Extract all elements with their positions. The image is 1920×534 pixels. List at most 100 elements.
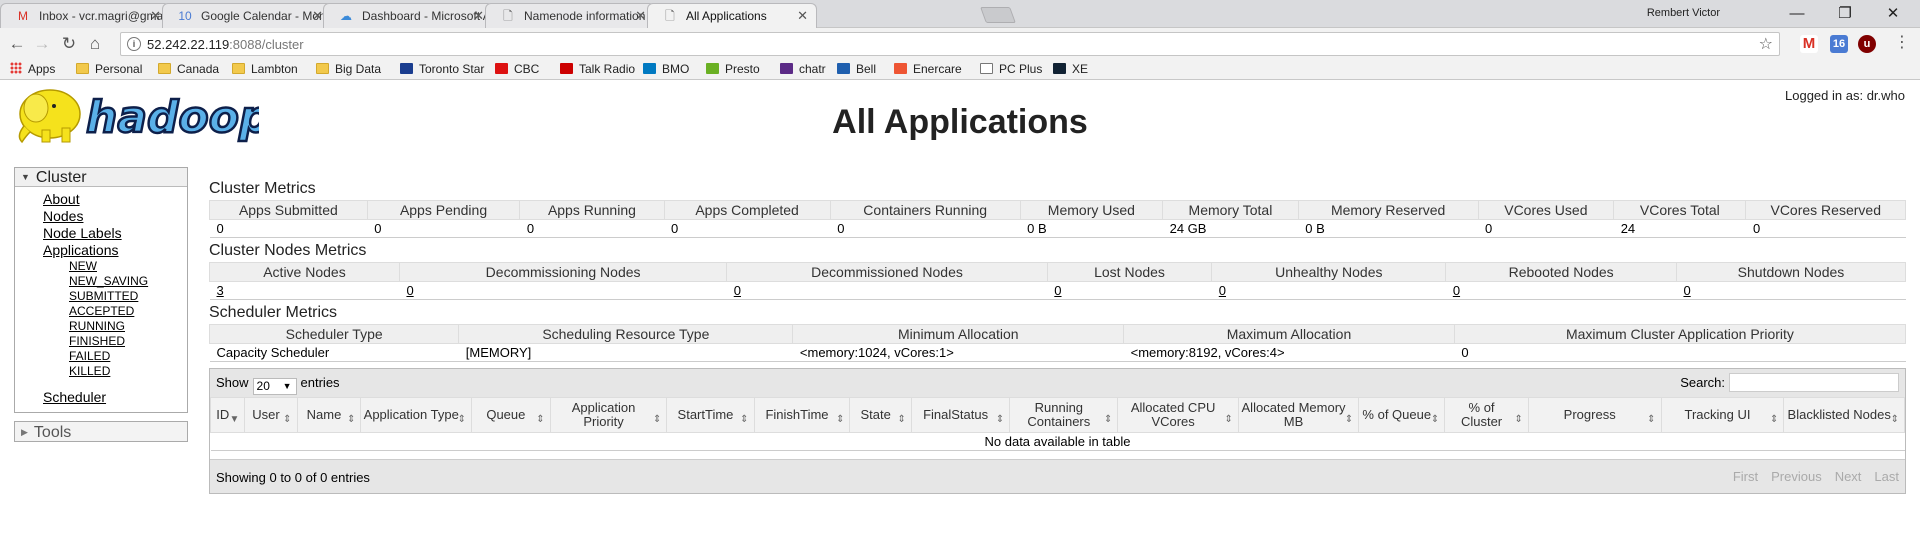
metric-value-link[interactable]: 0 — [1219, 283, 1226, 298]
bookmark-label: PC Plus — [999, 62, 1043, 76]
metric-value-link[interactable]: 0 — [406, 283, 413, 298]
bookmark-item[interactable]: Lambton — [232, 62, 298, 76]
bookmark-item[interactable]: Talk Radio — [560, 62, 635, 76]
column-header[interactable]: ID ▼ — [209, 397, 246, 433]
browser-tab[interactable]: 🗋 Namenode information ✕ — [485, 3, 655, 28]
bookmark-item[interactable]: Apps — [10, 62, 55, 76]
gmail-extension-icon[interactable]: M — [1800, 35, 1818, 53]
app-state-link-new_saving[interactable]: NEW_SAVING — [69, 274, 187, 289]
reload-icon[interactable]: ↻ — [58, 33, 80, 55]
new-tab-button[interactable] — [980, 7, 1016, 23]
pager-first-button[interactable]: First — [1733, 469, 1758, 484]
tools-nav-header[interactable]: ▶ Tools — [14, 421, 188, 442]
nav-link-nodes[interactable]: Nodes — [43, 208, 187, 225]
metric-value-link[interactable]: 3 — [217, 283, 224, 298]
app-state-link-running[interactable]: RUNNING — [69, 319, 187, 334]
column-header[interactable]: Progress ⇕ — [1527, 397, 1662, 433]
column-header[interactable]: Name ⇕ — [296, 397, 362, 433]
search-input[interactable] — [1729, 373, 1899, 392]
bookmark-item[interactable]: BMO — [643, 62, 689, 76]
hadoop-page: hadoop All Applications Logged in as: dr… — [0, 80, 1920, 533]
bookmark-item[interactable]: CBC — [495, 62, 539, 76]
column-header[interactable]: Application Priority ⇕ — [549, 397, 668, 433]
cluster-nav-links: About Nodes Node Labels Applications NEW NEW_… — [15, 187, 187, 412]
forward-icon[interactable]: → — [31, 33, 53, 55]
column-header[interactable]: % of Cluster ⇕ — [1444, 397, 1529, 433]
nav-link-applications[interactable]: Applications — [43, 242, 187, 259]
pager-last-button[interactable]: Last — [1874, 469, 1899, 484]
bookmark-item[interactable]: Presto — [706, 62, 760, 76]
sort-icon: ⇕ — [995, 414, 1005, 425]
calendar-extension-icon[interactable]: 16 — [1830, 35, 1848, 53]
collapse-triangle-icon: ▼ — [21, 172, 30, 182]
bookmark-item[interactable]: XE — [1053, 62, 1088, 76]
bookmark-item[interactable]: Enercare — [894, 62, 962, 76]
tab-close-icon[interactable]: ✕ — [150, 4, 161, 28]
pager-previous-button[interactable]: Previous — [1771, 469, 1822, 484]
column-header[interactable]: Tracking UI ⇕ — [1660, 397, 1785, 433]
tab-close-icon[interactable]: ✕ — [312, 4, 323, 28]
back-icon[interactable]: ← — [6, 33, 28, 55]
bookmark-item[interactable]: chatr — [780, 62, 826, 76]
browser-tab[interactable]: M Inbox - vcr.magri@gmai ✕ — [0, 3, 170, 28]
app-state-link-submitted[interactable]: SUBMITTED — [69, 289, 187, 304]
app-state-link-killed[interactable]: KILLED — [69, 364, 187, 379]
metric-value-link[interactable]: 0 — [1683, 283, 1690, 298]
column-header[interactable]: State ⇕ — [849, 397, 912, 433]
column-header-label: Allocated Memory MB — [1241, 400, 1346, 429]
column-header-label: FinalStatus — [923, 407, 989, 422]
nav-link-node-labels[interactable]: Node Labels — [43, 225, 187, 242]
tab-close-icon[interactable]: ✕ — [473, 4, 484, 28]
close-window-icon[interactable]: ✕ — [1870, 2, 1916, 26]
page-info-icon[interactable]: i — [127, 37, 141, 51]
tab-close-icon[interactable]: ✕ — [797, 4, 808, 28]
browser-tab[interactable]: 10 Google Calendar - Mont ✕ — [162, 3, 332, 28]
nav-link-about[interactable]: About — [43, 191, 187, 208]
column-header[interactable]: FinalStatus ⇕ — [910, 397, 1011, 433]
browser-tab[interactable]: 🗋 All Applications ✕ — [647, 3, 817, 28]
bookmark-star-icon[interactable]: ☆ — [1759, 34, 1773, 54]
cluster-nav-header[interactable]: ▼ Cluster — [15, 168, 187, 187]
minimize-icon[interactable]: — — [1774, 2, 1820, 26]
app-state-link-new[interactable]: NEW — [69, 259, 187, 274]
url-input[interactable]: i 52.242.22.119:8088/cluster ☆ — [120, 32, 1780, 56]
browser-tab[interactable]: ☁ Dashboard - Microsoft A ✕ — [323, 3, 493, 28]
bookmark-item[interactable]: Personal — [76, 62, 142, 76]
column-header[interactable]: User ⇕ — [244, 397, 298, 433]
metric-value-link[interactable]: 0 — [1054, 283, 1061, 298]
home-icon[interactable]: ⌂ — [84, 33, 106, 55]
bookmark-item[interactable]: Big Data — [316, 62, 381, 76]
column-header[interactable]: Running Containers ⇕ — [1009, 397, 1119, 433]
sort-icon: ⇕ — [653, 414, 662, 425]
column-header[interactable]: % of Queue ⇕ — [1358, 397, 1446, 433]
pager-next-button[interactable]: Next — [1835, 469, 1862, 484]
app-state-link-failed[interactable]: FAILED — [69, 349, 187, 364]
column-header[interactable]: Application Type ⇕ — [360, 397, 473, 433]
bookmark-item[interactable]: Canada — [158, 62, 219, 76]
restore-icon[interactable]: ❐ — [1822, 2, 1868, 26]
metric-value: 0 — [367, 219, 520, 238]
folder-icon — [76, 63, 89, 74]
app-state-link-finished[interactable]: FINISHED — [69, 334, 187, 349]
column-header[interactable]: StartTime ⇕ — [666, 397, 755, 433]
column-header[interactable]: Blacklisted Nodes ⇕ — [1783, 397, 1905, 433]
column-header[interactable]: Queue ⇕ — [471, 397, 551, 433]
metric-value-link[interactable]: 0 — [734, 283, 741, 298]
bookmark-item[interactable]: Bell — [837, 62, 876, 76]
ublock-extension-icon[interactable]: u — [1858, 35, 1876, 53]
tab-close-icon[interactable]: ✕ — [635, 4, 646, 28]
column-header[interactable]: Allocated Memory MB ⇕ — [1237, 397, 1360, 433]
metric-value: 0 — [1445, 281, 1677, 300]
app-state-link-accepted[interactable]: ACCEPTED — [69, 304, 187, 319]
bookmark-item[interactable]: PC Plus — [980, 62, 1042, 76]
cluster-nav-title: Cluster — [35, 169, 87, 186]
bookmark-item[interactable]: Toronto Star — [400, 62, 484, 76]
profile-name[interactable]: Rembert Victor — [1647, 7, 1720, 19]
entries-select[interactable]: 20 ▼ — [252, 378, 297, 395]
nav-link-scheduler[interactable]: Scheduler — [43, 389, 187, 406]
metric-value: 0 — [1211, 281, 1446, 300]
column-header[interactable]: Allocated CPU VCores ⇕ — [1117, 397, 1239, 433]
column-header[interactable]: FinishTime ⇕ — [753, 397, 851, 433]
browser-menu-icon[interactable]: ⋮ — [1894, 33, 1910, 53]
metric-value-link[interactable]: 0 — [1453, 283, 1460, 298]
